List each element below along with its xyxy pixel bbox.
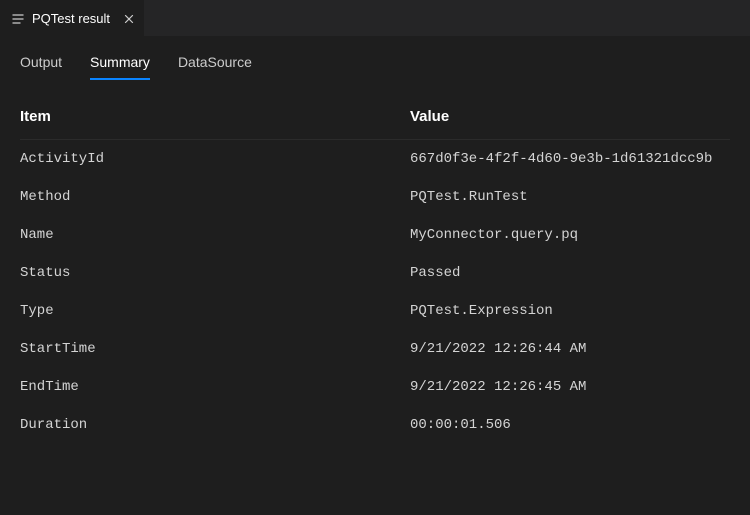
table-cell-item: ActivityId [20,151,410,167]
window-tab-title: PQTest result [32,11,112,26]
table-cell-value: 9/21/2022 12:26:45 AM [410,379,730,395]
table-row: MethodPQTest.RunTest [20,178,730,216]
window-tab-bar: PQTest result [0,0,750,36]
window-tab-pqtest-result[interactable]: PQTest result [0,0,144,36]
table-cell-value: Passed [410,265,730,281]
table-cell-value: MyConnector.query.pq [410,227,730,243]
table-cell-value: PQTest.Expression [410,303,730,319]
table-row: StartTime9/21/2022 12:26:44 AM [20,330,730,368]
table-row: NameMyConnector.query.pq [20,216,730,254]
table-row: TypePQTest.Expression [20,292,730,330]
table-cell-value: PQTest.RunTest [410,189,730,205]
table-body: ActivityId667d0f3e-4f2f-4d60-9e3b-1d6132… [20,140,730,444]
table-header: Item Value [20,108,730,140]
table-cell-item: EndTime [20,379,410,395]
tab-output[interactable]: Output [20,54,62,80]
table-row: Duration00:00:01.506 [20,406,730,444]
tab-datasource[interactable]: DataSource [178,54,252,80]
table-cell-item: Duration [20,417,410,433]
content-tabs: Output Summary DataSource [0,36,750,80]
table-cell-value: 667d0f3e-4f2f-4d60-9e3b-1d61321dcc9b [410,151,730,167]
table-row: StatusPassed [20,254,730,292]
table-cell-value: 9/21/2022 12:26:44 AM [410,341,730,357]
table-header-value: Value [410,108,730,125]
table-cell-value: 00:00:01.506 [410,417,730,433]
table-cell-item: Status [20,265,410,281]
close-icon[interactable] [118,8,140,30]
list-icon [10,11,26,27]
table-cell-item: Name [20,227,410,243]
tab-summary[interactable]: Summary [90,54,150,80]
table-cell-item: StartTime [20,341,410,357]
table-row: ActivityId667d0f3e-4f2f-4d60-9e3b-1d6132… [20,140,730,178]
result-table: Item Value ActivityId667d0f3e-4f2f-4d60-… [0,80,750,444]
table-cell-item: Method [20,189,410,205]
table-row: EndTime9/21/2022 12:26:45 AM [20,368,730,406]
table-cell-item: Type [20,303,410,319]
table-header-item: Item [20,108,410,125]
